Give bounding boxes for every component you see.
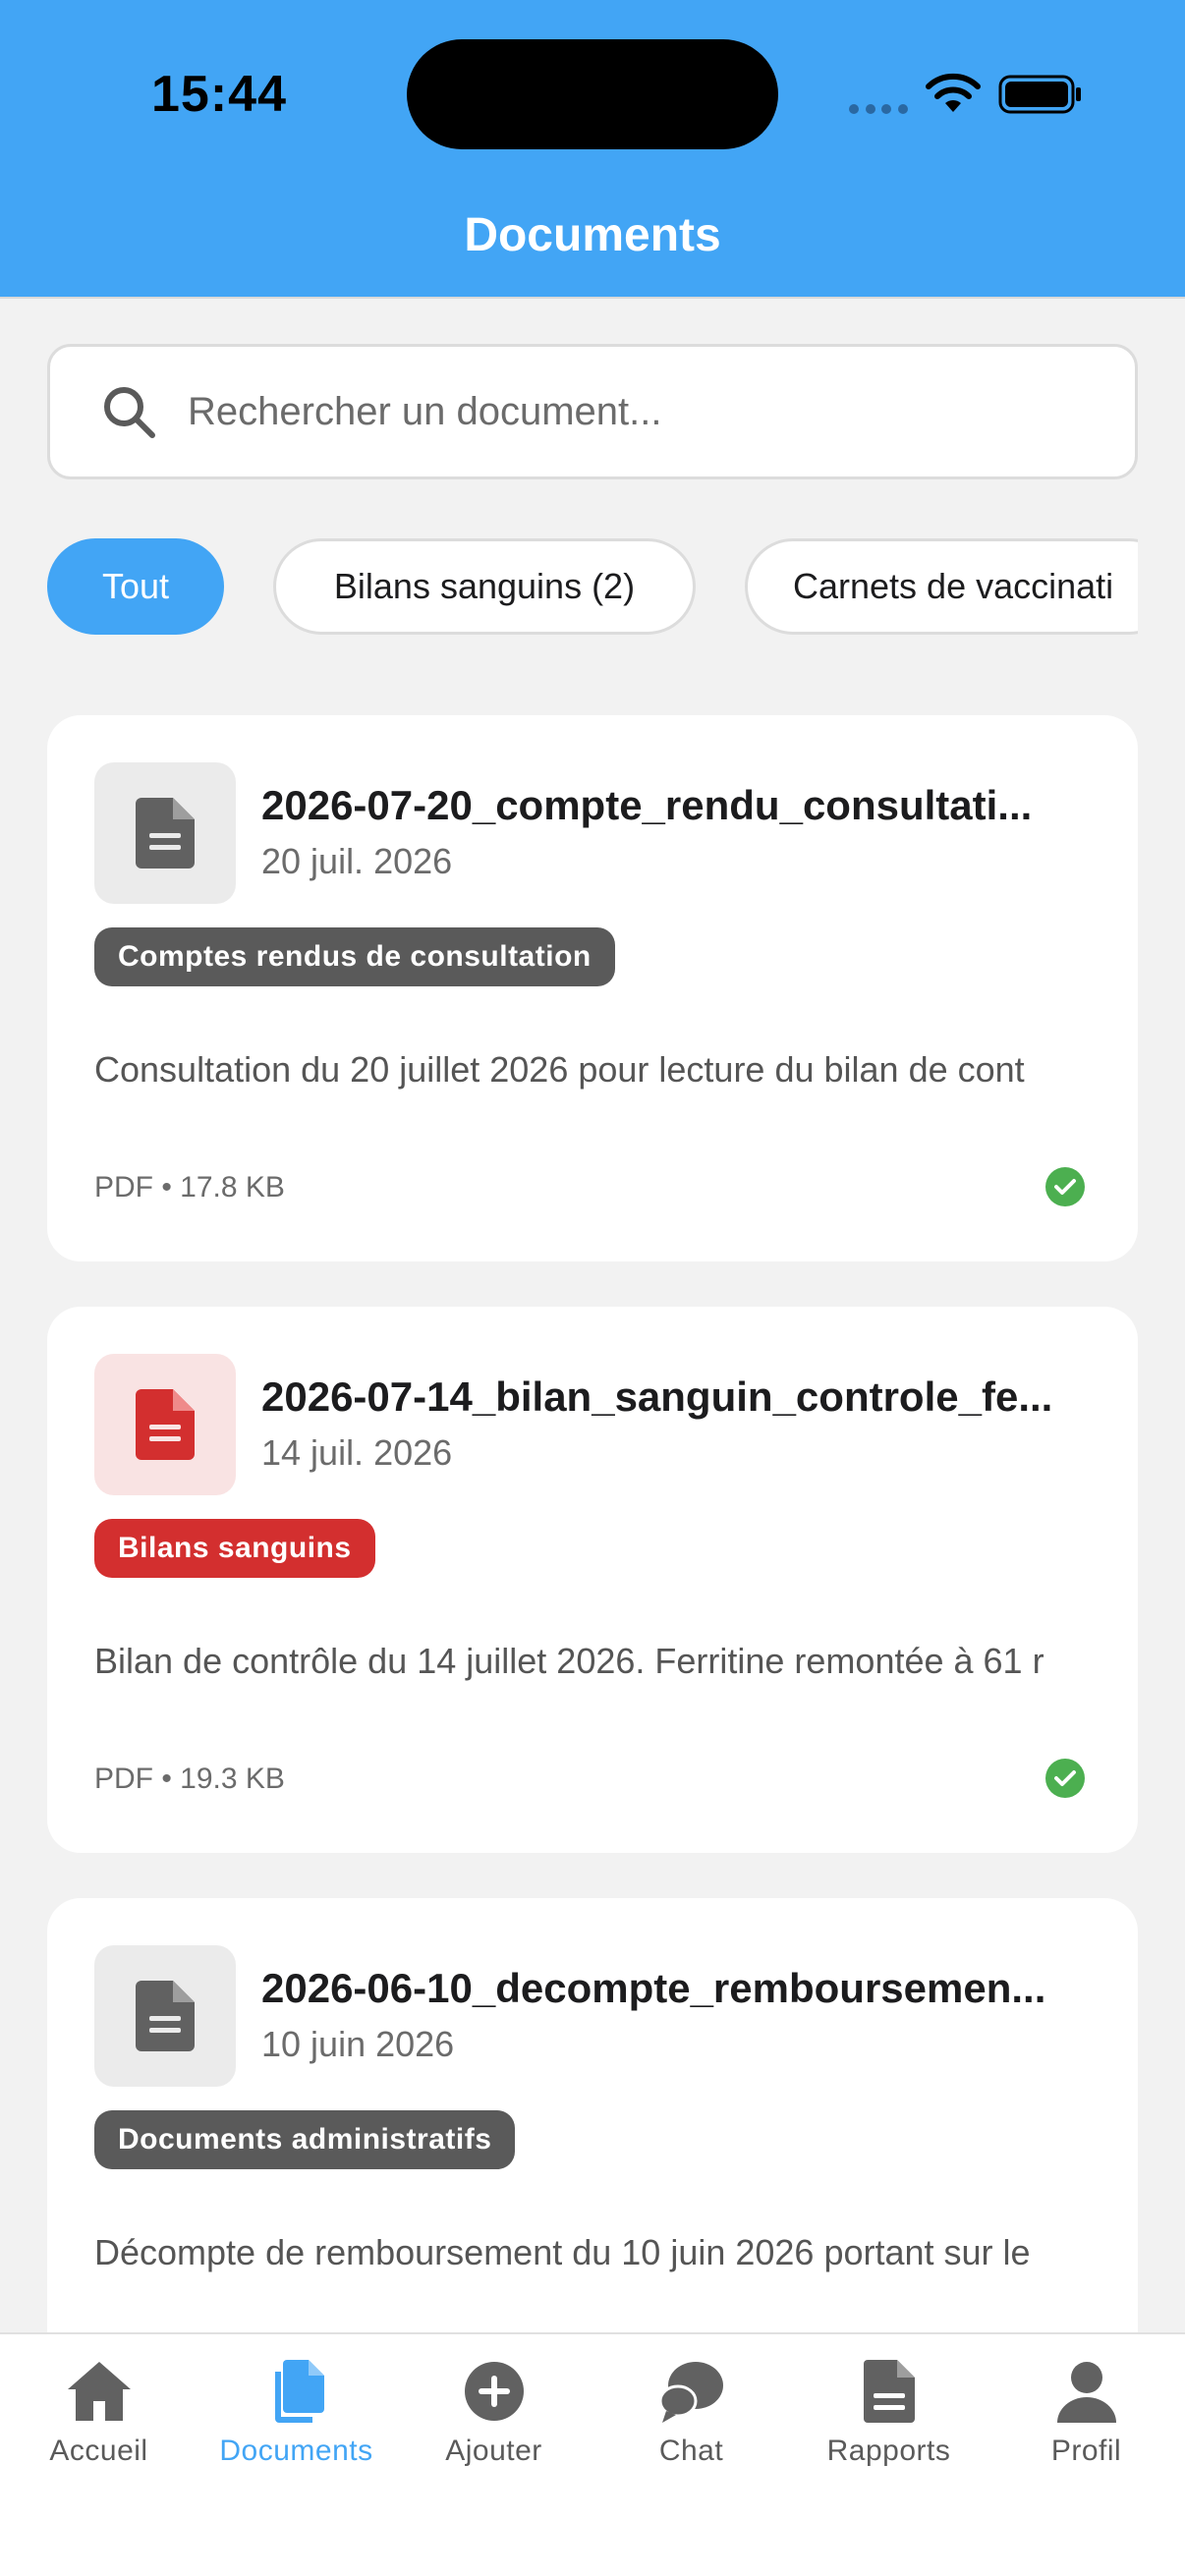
document-meta: PDF • 19.3 KB <box>94 1763 285 1795</box>
report-icon <box>863 2360 915 2423</box>
search-placeholder: Rechercher un document... <box>188 389 662 433</box>
nav-label: Accueil <box>49 2435 148 2467</box>
status-time: 15:44 <box>151 66 287 123</box>
document-icon <box>136 798 195 868</box>
document-date: 14 juil. 2026 <box>261 1432 453 1473</box>
filter-chip-tout[interactable]: Tout <box>47 538 224 635</box>
nav-item-accueil[interactable]: Accueil <box>0 2334 198 2482</box>
category-badge: Comptes rendus de consultation <box>94 927 615 986</box>
filter-chip-carnets-vaccination[interactable]: Carnets de vaccinati <box>745 538 1138 635</box>
document-title: 2026-06-10_decompte_remboursemen... <box>261 1965 1046 2011</box>
document-icon <box>136 1389 195 1460</box>
file-tile <box>94 1354 236 1495</box>
nav-item-profil[interactable]: Profil <box>988 2334 1185 2482</box>
document-title: 2026-07-14_bilan_sanguin_controle_fe... <box>261 1373 1053 1420</box>
category-badge: Documents administratifs <box>94 2110 516 2169</box>
bottom-nav: Accueil Documents Ajouter Chat Rapports … <box>0 2332 1185 2576</box>
document-card[interactable]: 2026-07-14_bilan_sanguin_controle_fe... … <box>47 1307 1138 1853</box>
add-circle-icon <box>464 2362 524 2421</box>
search-icon <box>104 387 155 438</box>
document-date: 20 juil. 2026 <box>261 841 453 881</box>
signal-dots-icon <box>849 102 908 116</box>
profile-icon <box>1056 2362 1116 2423</box>
app-header: 15:44 Documents <box>0 0 1185 299</box>
nav-label: Chat <box>658 2435 724 2467</box>
document-meta: PDF • 17.8 KB <box>94 1171 285 1204</box>
wifi-icon <box>926 73 981 112</box>
nav-label: Profil <box>1050 2435 1122 2467</box>
check-circle-icon <box>1045 1759 1085 1798</box>
nav-item-documents[interactable]: Documents <box>198 2334 395 2482</box>
category-badge: Bilans sanguins <box>94 1519 375 1578</box>
check-circle-icon <box>1045 1167 1085 1206</box>
document-description: Décompte de remboursement du 10 juin 202… <box>94 2232 1031 2272</box>
chat-icon <box>658 2362 723 2423</box>
documents-icon <box>274 2360 324 2423</box>
page-title: Documents <box>464 209 721 261</box>
battery-icon <box>998 75 1081 114</box>
document-icon <box>136 1981 195 2051</box>
document-title: 2026-07-20_compte_rendu_consultati... <box>261 782 1033 828</box>
nav-label: Ajouter <box>445 2435 542 2467</box>
dynamic-island <box>407 39 778 149</box>
document-card[interactable]: 2026-07-20_compte_rendu_consultati... 20… <box>47 715 1138 1261</box>
filter-chips: Tout Bilans sanguins (2) Carnets de vacc… <box>47 538 1138 635</box>
document-date: 10 juin 2026 <box>261 2024 455 2064</box>
nav-item-chat[interactable]: Chat <box>592 2334 790 2482</box>
nav-label: Rapports <box>826 2435 951 2467</box>
document-description: Consultation du 20 juillet 2026 pour lec… <box>94 1049 1025 1090</box>
search-input[interactable]: Rechercher un document... <box>47 344 1138 479</box>
nav-item-ajouter[interactable]: Ajouter <box>395 2334 592 2482</box>
nav-item-rapports[interactable]: Rapports <box>790 2334 988 2482</box>
home-icon <box>67 2362 131 2421</box>
nav-label: Documents <box>219 2435 373 2467</box>
document-description: Bilan de contrôle du 14 juillet 2026. Fe… <box>94 1641 1044 1681</box>
filter-chip-bilans-sanguins[interactable]: Bilans sanguins (2) <box>273 538 696 635</box>
file-tile <box>94 762 236 904</box>
file-tile <box>94 1945 236 2087</box>
